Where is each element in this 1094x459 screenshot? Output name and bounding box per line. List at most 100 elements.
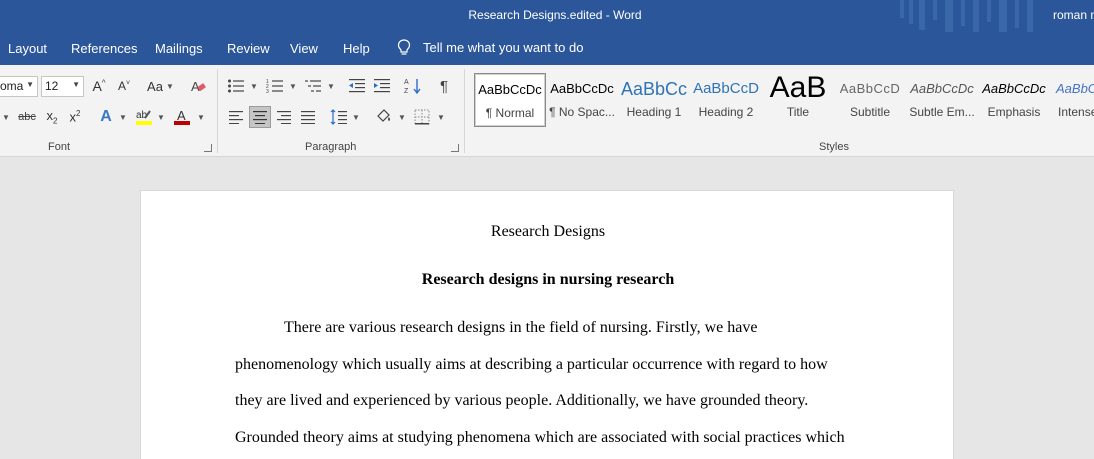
- tab-layout[interactable]: Layout: [8, 41, 47, 56]
- styles-group-label: Styles: [819, 141, 849, 153]
- superscript-icon[interactable]: x2: [64, 106, 86, 128]
- strikethrough-icon[interactable]: abc: [16, 106, 38, 128]
- increase-indent-icon[interactable]: [371, 75, 393, 97]
- style-sample: AaB: [769, 73, 827, 104]
- tab-mailings[interactable]: Mailings: [155, 41, 203, 56]
- shading-icon[interactable]: [373, 106, 395, 128]
- tab-review[interactable]: Review: [227, 41, 270, 56]
- chevron-down-icon[interactable]: ▼: [72, 80, 80, 89]
- style-sample: AaBbCcD: [839, 81, 901, 96]
- paragraph-line: There are various research designs in th…: [284, 319, 758, 336]
- user-name[interactable]: roman m: [1053, 8, 1094, 22]
- tell-me-search[interactable]: Tell me what you want to do: [397, 39, 583, 56]
- grow-font-icon[interactable]: A^: [88, 75, 110, 97]
- font-size-combo[interactable]: 12 ▼: [41, 76, 84, 97]
- font-size-value: 12: [45, 79, 59, 93]
- sort-icon[interactable]: AZ: [402, 75, 424, 97]
- chevron-down-icon[interactable]: ▼: [327, 82, 335, 91]
- tab-view[interactable]: View: [290, 41, 318, 56]
- tab-help[interactable]: Help: [343, 41, 370, 56]
- style-name: Heading 1: [626, 105, 682, 119]
- subscript-icon[interactable]: x2: [41, 106, 63, 128]
- shrink-font-icon[interactable]: A˅: [113, 75, 135, 97]
- lightbulb-icon: [397, 39, 411, 55]
- align-left-icon[interactable]: [225, 106, 247, 128]
- ribbon-tabs: Layout References Mailings Review View H…: [0, 32, 1094, 65]
- style-subtle-emphasis[interactable]: AaBbCcDc Subtle Em...: [906, 73, 978, 127]
- align-center-icon[interactable]: [249, 106, 271, 128]
- style-sample: AaBbCc: [620, 79, 688, 99]
- chevron-down-icon[interactable]: ▼: [119, 113, 127, 122]
- style-sample: AaBbCcD: [693, 80, 759, 97]
- text-effects-icon[interactable]: A: [95, 106, 117, 128]
- style-subtitle[interactable]: AaBbCcD Subtitle: [834, 73, 906, 127]
- document-page[interactable]: Research Designs Research designs in nur…: [140, 190, 954, 459]
- font-color-icon[interactable]: A: [171, 106, 193, 128]
- chevron-down-icon[interactable]: ▼: [398, 113, 406, 122]
- clear-formatting-icon[interactable]: A: [187, 75, 209, 97]
- ribbon-home: oma ▼ 12 ▼ A^ A˅ Aa ▼ A ▼ abc x2 x2 A ▼ …: [0, 65, 1094, 157]
- chevron-down-icon[interactable]: ▼: [166, 82, 174, 91]
- chevron-down-icon[interactable]: ▼: [250, 82, 258, 91]
- style-name: Subtle Em...: [909, 105, 975, 119]
- paragraph-dialog-launcher-icon[interactable]: [451, 144, 459, 152]
- group-divider: [464, 69, 465, 153]
- paragraph-group-label: Paragraph: [305, 141, 357, 153]
- tell-me-label: Tell me what you want to do: [423, 40, 584, 55]
- paragraph-line: they are lived and experienced by variou…: [235, 392, 809, 409]
- highlight-color-icon[interactable]: ab: [133, 106, 155, 128]
- style-name: Intense: [1058, 105, 1094, 119]
- chevron-down-icon[interactable]: ▼: [26, 80, 34, 89]
- style-name: Heading 2: [698, 105, 754, 119]
- chevron-down-icon[interactable]: ▼: [157, 113, 165, 122]
- style-sample: AaBbCcDc: [910, 81, 974, 96]
- style-no-spacing[interactable]: AaBbCcDc ¶ No Spac...: [546, 73, 618, 127]
- chevron-down-icon[interactable]: ▼: [2, 113, 10, 122]
- document-title: Research Designs: [490, 223, 606, 240]
- font-dialog-launcher-icon[interactable]: [204, 144, 212, 152]
- numbering-icon[interactable]: 123: [264, 75, 286, 97]
- chevron-down-icon[interactable]: ▼: [352, 113, 360, 122]
- chevron-down-icon[interactable]: ▼: [197, 113, 205, 122]
- style-emphasis[interactable]: AaBbCcDc Emphasis: [978, 73, 1050, 127]
- style-name: ¶ Normal: [485, 106, 535, 120]
- align-right-icon[interactable]: [273, 106, 295, 128]
- style-sample: AaBbCcDc: [982, 81, 1046, 96]
- change-case-icon[interactable]: Aa: [142, 75, 168, 97]
- chevron-down-icon[interactable]: ▼: [437, 113, 445, 122]
- window-title: Research Designs.edited - Word: [468, 8, 642, 22]
- svg-text:A: A: [404, 79, 409, 86]
- decrease-indent-icon[interactable]: [346, 75, 368, 97]
- style-normal[interactable]: AaBbCcDc ¶ Normal: [474, 73, 546, 127]
- style-heading-1[interactable]: AaBbCc Heading 1: [618, 73, 690, 127]
- style-name: Emphasis: [987, 105, 1041, 119]
- style-heading-2[interactable]: AaBbCcD Heading 2: [690, 73, 762, 127]
- style-sample: AaBbCcDc: [550, 81, 614, 96]
- style-name: ¶ No Spac...: [549, 105, 615, 119]
- style-sample: AaBbC: [1056, 81, 1094, 96]
- style-name: Title: [786, 105, 810, 119]
- document-heading: Research designs in nursing research: [421, 271, 675, 288]
- svg-text:Z: Z: [404, 88, 409, 95]
- line-spacing-icon[interactable]: [328, 106, 350, 128]
- show-formatting-marks-icon[interactable]: ¶: [433, 75, 455, 97]
- font-name-value: oma: [0, 79, 24, 93]
- font-group-label: Font: [48, 141, 71, 153]
- group-divider: [217, 69, 218, 153]
- bullets-icon[interactable]: [225, 75, 247, 97]
- chevron-down-icon[interactable]: ▼: [289, 82, 297, 91]
- svg-text:3: 3: [266, 89, 269, 94]
- svg-text:A: A: [177, 108, 186, 123]
- tab-references[interactable]: References: [71, 41, 137, 56]
- style-sample: AaBbCcDc: [478, 82, 542, 97]
- paragraph-line: phenomenology which usually aims at desc…: [235, 356, 828, 373]
- title-bar: Research Designs.edited - Word roman m: [0, 0, 1094, 32]
- font-name-combo[interactable]: oma ▼: [0, 76, 38, 97]
- paragraph-line: Grounded theory aims at studying phenome…: [235, 429, 845, 446]
- style-title[interactable]: AaB Title: [762, 73, 834, 127]
- multilevel-list-icon[interactable]: [302, 75, 324, 97]
- borders-icon[interactable]: [411, 106, 433, 128]
- style-name: Subtitle: [849, 105, 891, 119]
- justify-icon[interactable]: [297, 106, 319, 128]
- style-intense-emphasis[interactable]: AaBbC Intense: [1050, 73, 1094, 127]
